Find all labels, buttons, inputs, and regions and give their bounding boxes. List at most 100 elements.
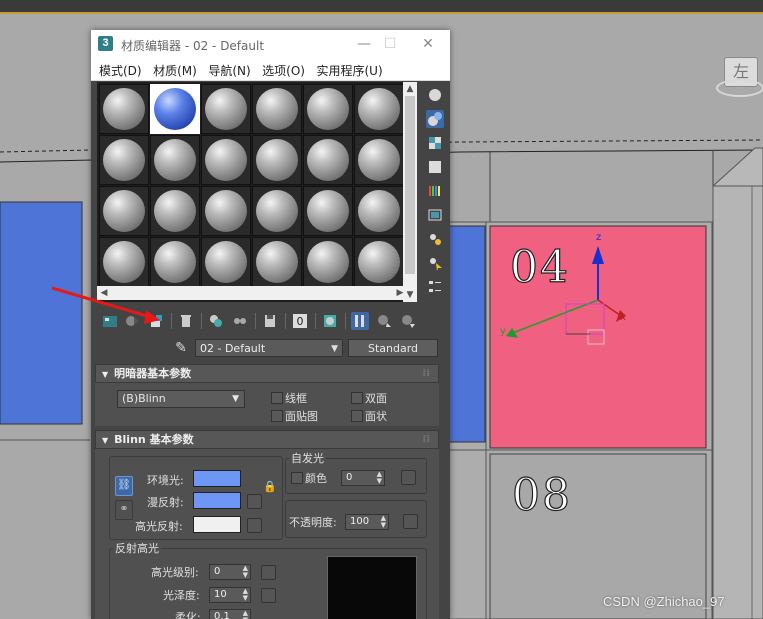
sample-slot[interactable] [201, 186, 251, 236]
sample-slot[interactable] [201, 84, 251, 134]
sample-slot[interactable] [150, 237, 200, 287]
spinner-arrows-icon[interactable]: ▲▼ [377, 471, 382, 485]
sample-slot[interactable] [354, 135, 404, 185]
sample-slot[interactable] [99, 84, 149, 134]
scroll-up-icon[interactable]: ▲ [403, 82, 417, 96]
scrollbar-thumb[interactable] [405, 96, 415, 274]
faceted-checkbox[interactable] [351, 410, 363, 422]
spinner-arrows-icon[interactable]: ▲▼ [381, 515, 386, 529]
sample-uv-tiling-icon[interactable] [426, 158, 444, 176]
sample-slot[interactable] [99, 186, 149, 236]
put-to-library-icon[interactable] [261, 312, 279, 330]
scroll-right-icon[interactable]: ▶ [393, 286, 407, 300]
self-illum-color-checkbox[interactable] [291, 472, 303, 484]
close-button[interactable]: ✕ [417, 34, 439, 54]
sample-slot[interactable] [201, 135, 251, 185]
sample-slot[interactable] [354, 237, 404, 287]
select-by-material-icon[interactable] [426, 254, 444, 272]
sample-slot[interactable] [354, 186, 404, 236]
diffuse-color-swatch[interactable] [193, 492, 241, 509]
sample-slot[interactable] [201, 237, 251, 287]
soften-spinner[interactable]: 0.1 ▲▼ [209, 609, 251, 619]
sample-slot[interactable] [303, 84, 353, 134]
maximize-button[interactable]: ☐ [379, 34, 401, 54]
blinn-rollout-header[interactable]: ▼ Blinn 基本参数 ⁞⁞ [95, 430, 439, 449]
sample-slot[interactable] [252, 135, 302, 185]
shader-type-dropdown[interactable]: (B)Blinn ▼ [117, 390, 245, 408]
viewcube-ring[interactable] [716, 79, 763, 97]
material-type-button[interactable]: Standard [348, 339, 438, 357]
unlink-icon[interactable]: ⚭ [115, 500, 133, 520]
make-preview-icon[interactable] [426, 206, 444, 224]
go-forward-to-sibling-icon[interactable] [399, 312, 417, 330]
sample-slot[interactable] [99, 135, 149, 185]
material-map-navigator-icon[interactable] [426, 278, 444, 296]
sample-slot[interactable] [150, 186, 200, 236]
ambient-color-swatch[interactable] [193, 470, 241, 487]
menu-mode[interactable]: 模式(D) [99, 62, 142, 79]
menu-options[interactable]: 选项(O) [262, 62, 305, 79]
sample-slot[interactable] [150, 135, 200, 185]
sample-slot[interactable] [252, 237, 302, 287]
self-illum-color-label: 颜色 [305, 472, 327, 485]
sample-horizontal-scrollbar[interactable]: ◀ ▶ [97, 286, 407, 300]
sample-slot[interactable] [303, 186, 353, 236]
reset-map-trash-icon[interactable] [177, 312, 195, 330]
title-bar[interactable]: 3 材质编辑器 - 02 - Default — ☐ ✕ [91, 30, 450, 58]
scroll-left-icon[interactable]: ◀ [97, 286, 111, 300]
menu-material[interactable]: 材质(M) [153, 62, 197, 79]
video-color-check-icon[interactable] [426, 182, 444, 200]
go-to-parent-icon[interactable] [375, 312, 393, 330]
menu-utilities[interactable]: 实用程序(U) [316, 62, 382, 79]
sample-slot[interactable] [354, 84, 404, 134]
opacity-spinner[interactable]: 100 ▲ ▼ [345, 514, 389, 530]
material-sphere [205, 88, 247, 130]
material-name-dropdown[interactable]: 02 - Default ▼ [195, 339, 343, 357]
lock-icon[interactable]: 🔒 [263, 480, 277, 494]
lock-ambient-diffuse-icon[interactable]: ⛓ [115, 476, 133, 496]
make-unique-icon[interactable] [231, 312, 249, 330]
sample-slot[interactable] [303, 135, 353, 185]
eyedropper-icon[interactable]: ✎ [173, 340, 189, 356]
sample-slot[interactable] [252, 84, 302, 134]
specular-color-swatch[interactable] [193, 516, 241, 533]
options-icon[interactable] [426, 230, 444, 248]
sample-type-sphere-icon[interactable] [426, 86, 444, 104]
glossiness-map-button[interactable] [261, 588, 276, 603]
specular-level-spinner[interactable]: 0 ▲ ▼ [209, 564, 251, 580]
assign-material-to-selection-icon[interactable] [147, 312, 165, 330]
material-id-channel-icon[interactable]: 0 [291, 312, 309, 330]
glossiness-spinner[interactable]: 10 ▲ ▼ [209, 587, 251, 603]
spinner-arrows-icon[interactable]: ▲▼ [243, 565, 248, 579]
put-material-to-scene-icon[interactable] [123, 312, 141, 330]
spinner-arrows-icon[interactable]: ▲▼ [243, 588, 248, 602]
sample-slot[interactable] [252, 186, 302, 236]
face-map-checkbox[interactable] [271, 410, 283, 422]
shader-rollout-header[interactable]: ▼ 明暗器基本参数 ⁞⁞ [95, 364, 439, 383]
viewcube[interactable]: 左 [716, 55, 763, 97]
get-material-icon[interactable] [101, 312, 119, 330]
opacity-map-button[interactable] [403, 514, 418, 529]
diffuse-map-button[interactable] [247, 494, 262, 509]
sample-slot[interactable] [303, 237, 353, 287]
sample-slot[interactable] [99, 237, 149, 287]
backlight-icon[interactable] [426, 110, 444, 128]
two-sided-checkbox[interactable] [351, 392, 363, 404]
material-sphere [103, 241, 145, 283]
self-illum-map-button[interactable] [401, 470, 416, 485]
minimize-button[interactable]: — [353, 34, 375, 54]
self-illum-spinner[interactable]: 0 ▲ ▼ [341, 470, 385, 486]
sample-vertical-scrollbar[interactable]: ▲ ▼ [403, 82, 417, 302]
self-illum-value: 0 [346, 472, 353, 483]
background-checker-icon[interactable] [426, 134, 444, 152]
material-editor-window: 3 材质编辑器 - 02 - Default — ☐ ✕ 模式(D) 材质(M)… [91, 30, 450, 619]
make-material-copy-icon[interactable] [207, 312, 225, 330]
sample-slot-active[interactable] [150, 84, 200, 134]
show-end-result-icon[interactable] [351, 312, 369, 330]
menu-navigation[interactable]: 导航(N) [208, 62, 250, 79]
specular-map-button[interactable] [247, 518, 262, 533]
specular-level-map-button[interactable] [261, 565, 276, 580]
wire-checkbox[interactable] [271, 392, 283, 404]
spinner-arrows-icon[interactable]: ▲▼ [243, 610, 248, 619]
show-shaded-material-icon[interactable] [321, 312, 339, 330]
